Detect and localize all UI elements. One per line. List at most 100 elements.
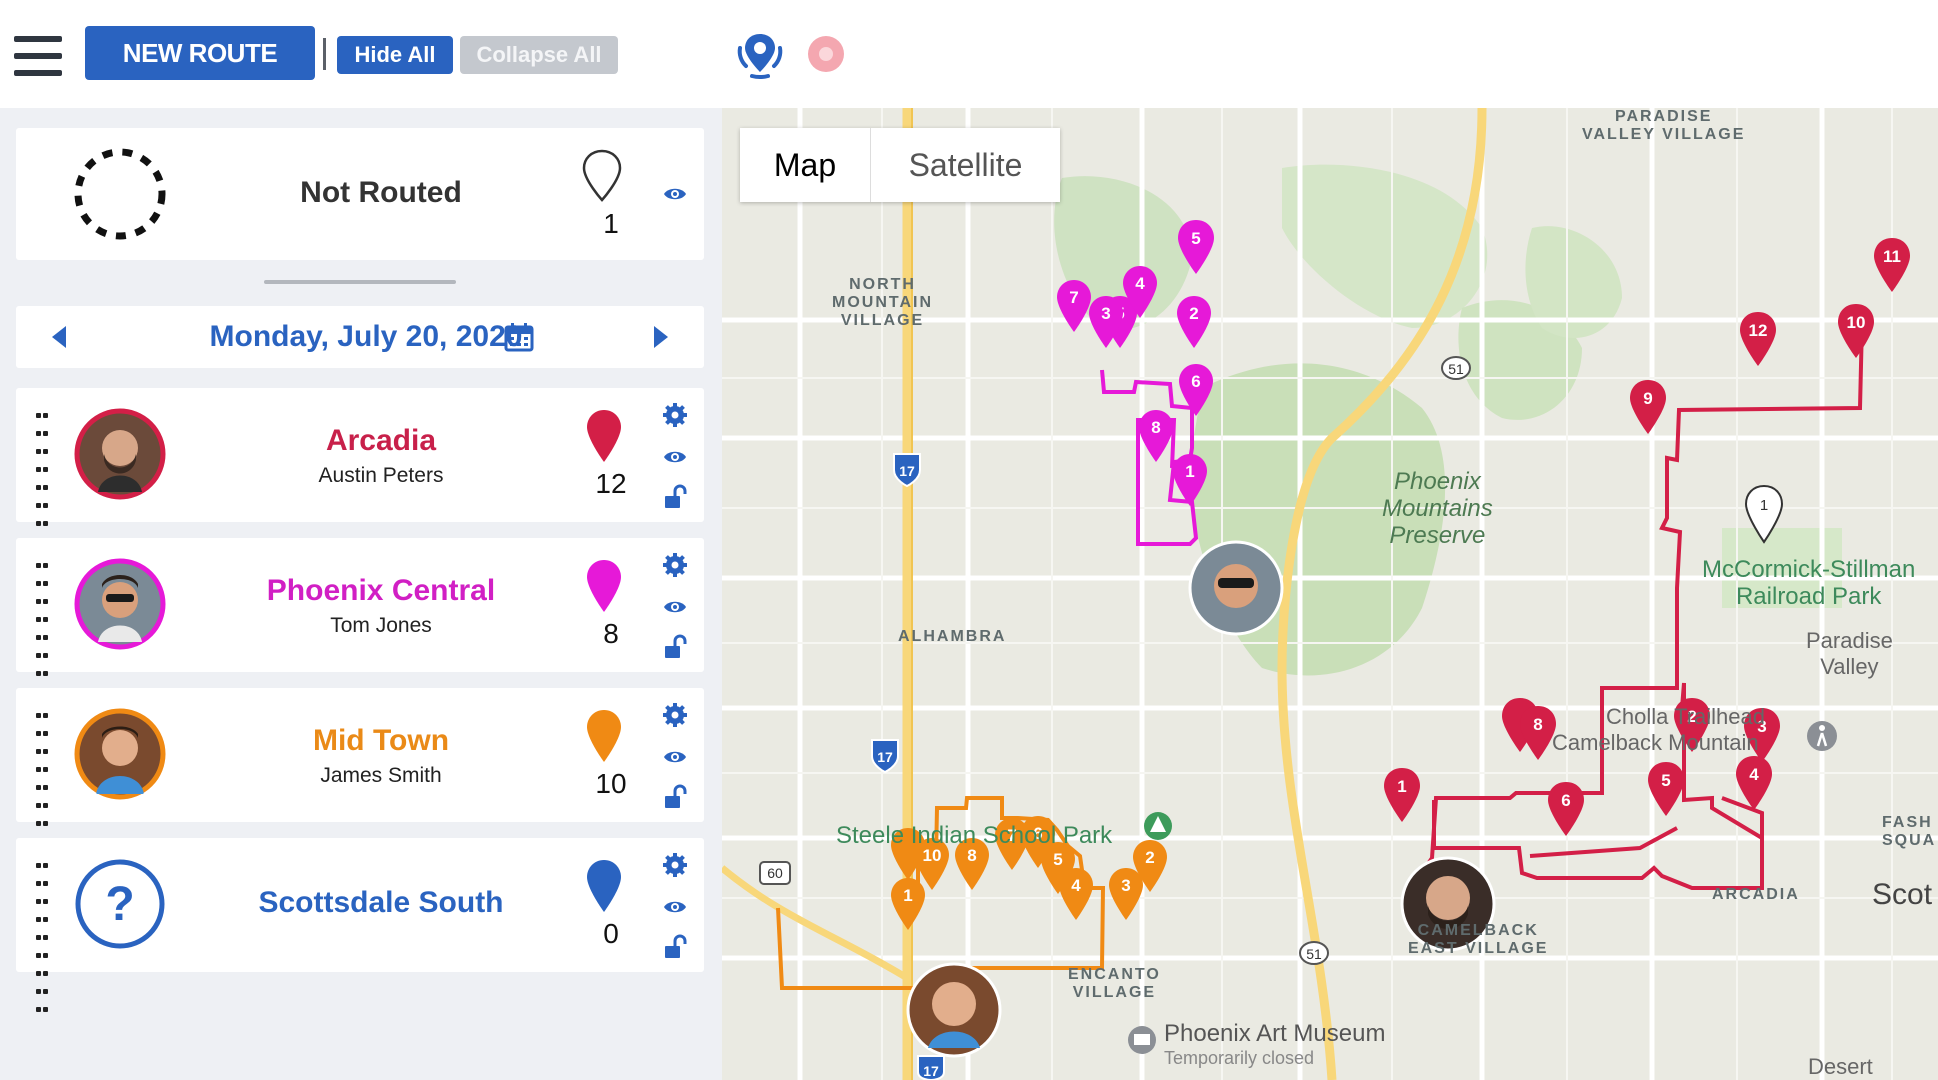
not-routed-label: Not Routed — [300, 176, 462, 209]
driver-name: Tom Jones — [330, 614, 432, 637]
svg-text:51: 51 — [1448, 361, 1464, 377]
stop-pin[interactable]: 10 — [1838, 304, 1874, 358]
driver-name: Austin Peters — [318, 464, 444, 487]
svg-text:5: 5 — [1053, 850, 1062, 869]
map-label: Scot — [1872, 878, 1933, 911]
svg-text:6: 6 — [1561, 791, 1570, 810]
stop-pin[interactable]: 6 — [1548, 782, 1584, 836]
svg-text:3: 3 — [1101, 304, 1110, 323]
map-label: Desert — [1808, 1054, 1873, 1079]
route-map[interactable]: 51 51 17 17 17 60 5 4 3 7 — [722, 108, 1938, 1080]
map-label: Phoenix Art Museum — [1164, 1020, 1386, 1047]
stop-pin[interactable]: 4 — [1059, 868, 1093, 920]
map-label: NORTH MOUNTAIN VILLAGE — [832, 276, 934, 329]
svg-text:9: 9 — [1643, 389, 1652, 408]
stop-count: 10 — [595, 768, 627, 799]
route-card-mid-town[interactable]: Mid Town James Smith 10 — [16, 688, 704, 862]
stop-pin[interactable]: 8 — [1520, 706, 1556, 760]
eye-icon[interactable] — [662, 594, 688, 620]
svg-text:1: 1 — [1185, 462, 1194, 481]
svg-text:2: 2 — [1145, 848, 1154, 867]
svg-text:?: ? — [105, 878, 134, 931]
map-label: Camelback Mountain — [1552, 730, 1759, 755]
map-label: CAMELBACK EAST VILLAGE — [1408, 922, 1549, 957]
svg-text:60: 60 — [767, 865, 783, 881]
map-label: FASH SQUA — [1882, 814, 1937, 849]
svg-text:3: 3 — [1121, 876, 1130, 895]
section-divider — [264, 280, 456, 284]
unlock-icon[interactable] — [662, 934, 688, 960]
route-pin-icon — [587, 560, 621, 612]
stop-pin[interactable]: 1 — [891, 878, 925, 930]
route-name: Arcadia — [325, 424, 437, 457]
highway-shield-51-south: 51 — [1299, 941, 1329, 965]
eye-icon[interactable] — [662, 444, 688, 470]
empty-pin-icon — [582, 149, 622, 202]
stop-pin[interactable]: 12 — [1740, 312, 1776, 366]
museum-icon — [1128, 1026, 1156, 1054]
map-label: Cholla Trailhead — [1606, 704, 1765, 729]
svg-text:4: 4 — [1749, 765, 1759, 784]
map-label: ALHAMBRA — [898, 628, 1007, 645]
unlock-icon[interactable] — [662, 784, 688, 810]
map-label: McCormick-Stillman Railroad Park — [1702, 556, 1916, 610]
hide-all-button[interactable]: Hide All — [337, 36, 453, 74]
svg-text:2: 2 — [1189, 304, 1198, 323]
svg-text:5: 5 — [1661, 771, 1670, 790]
stop-pin[interactable]: 3 — [1109, 868, 1143, 920]
driver-avatar — [74, 708, 166, 800]
driver-location-marker[interactable] — [906, 962, 1002, 1058]
not-routed-card[interactable]: Not Routed 1 — [16, 128, 704, 260]
eye-icon[interactable] — [662, 181, 688, 207]
driver-location-marker[interactable] — [1188, 540, 1284, 636]
gear-icon[interactable] — [662, 852, 688, 878]
tab-map[interactable]: Map — [740, 128, 870, 202]
route-card-phoenix-central[interactable]: Phoenix Central Tom Jones 8 — [16, 538, 704, 712]
stop-count: 12 — [595, 468, 627, 499]
interstate-shield-17-south: 17 — [917, 1055, 945, 1080]
svg-text:51: 51 — [1306, 946, 1322, 962]
new-route-button[interactable]: NEW ROUTE — [85, 26, 315, 80]
stop-pin[interactable]: 4 — [1736, 756, 1772, 810]
svg-text:1: 1 — [1760, 497, 1768, 514]
map-label: Temporarily closed — [1164, 1048, 1315, 1068]
park-icon — [1144, 812, 1172, 840]
collapse-all-button[interactable]: Collapse All — [460, 36, 618, 74]
interstate-shield-17: 17 — [893, 453, 921, 488]
stop-pin[interactable]: 9 — [1630, 380, 1666, 434]
tab-satellite[interactable]: Satellite — [871, 128, 1060, 202]
stop-pin[interactable]: 7 — [1057, 280, 1091, 332]
menu-icon[interactable] — [14, 36, 62, 76]
stop-pin[interactable]: 2 — [1177, 296, 1211, 348]
svg-text:17: 17 — [899, 463, 915, 479]
prev-day-icon[interactable] — [50, 324, 68, 350]
svg-text:17: 17 — [877, 749, 893, 765]
stop-pin[interactable]: 11 — [1874, 238, 1910, 292]
eye-icon[interactable] — [662, 744, 688, 770]
unlock-icon[interactable] — [662, 634, 688, 660]
svg-text:1: 1 — [1397, 777, 1406, 796]
route-pin-icon — [587, 410, 621, 462]
highway-shield-51: 51 — [1441, 356, 1471, 380]
svg-text:17: 17 — [923, 1063, 939, 1079]
svg-text:7: 7 — [1069, 288, 1078, 307]
svg-text:4: 4 — [1071, 876, 1081, 895]
gear-icon[interactable] — [662, 702, 688, 728]
route-card-scottsdale-south[interactable]: ? Scottsdale South 0 — [16, 838, 704, 1012]
route-sidebar: Not Routed 1 Monday, July 20, 2020 Arcad… — [0, 108, 722, 1080]
us-shield-60: 60 — [759, 861, 791, 885]
stop-pin[interactable]: 1 — [1384, 768, 1420, 822]
stop-count: 0 — [603, 918, 619, 949]
gear-icon[interactable] — [662, 402, 688, 428]
gear-badge-icon[interactable] — [798, 26, 854, 82]
unlock-icon[interactable] — [662, 484, 688, 510]
eye-icon[interactable] — [662, 894, 688, 920]
locate-pin-icon[interactable] — [732, 26, 788, 82]
gear-icon[interactable] — [662, 552, 688, 578]
route-name: Scottsdale South — [258, 886, 504, 919]
next-day-icon[interactable] — [652, 324, 670, 350]
map-label: Phoenix Mountains Preserve — [1382, 468, 1493, 549]
calendar-icon[interactable] — [504, 322, 534, 352]
drag-handle-icon[interactable] — [36, 860, 52, 1022]
route-card-arcadia[interactable]: Arcadia Austin Peters 12 — [16, 388, 704, 562]
